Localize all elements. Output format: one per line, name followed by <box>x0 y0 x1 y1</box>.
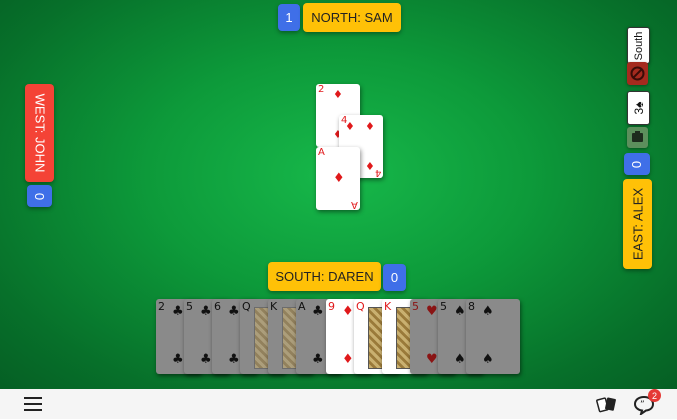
north-score: 1 <box>278 4 300 31</box>
north-player-badge: NORTH: SAM <box>303 3 401 32</box>
menu-icon[interactable] <box>24 397 42 411</box>
hand-card-rank: 6 <box>214 300 221 313</box>
bottom-toolbar: ” 2 <box>0 389 677 419</box>
hand-card-suit: ♣ <box>172 352 184 367</box>
vulnerability-icon <box>627 127 648 148</box>
south-player-badge: SOUTH: DAREN <box>268 262 381 291</box>
hand-card-suit: ♠ <box>454 352 466 367</box>
hand-card-suit: ♣ <box>312 304 324 319</box>
hand-card-rank: Q <box>242 300 251 313</box>
no-double-icon <box>627 62 648 85</box>
hand-card-rank: 5 <box>412 300 419 313</box>
hand-card-suit: ♦ <box>342 352 354 367</box>
hand-card-suit: ♥ <box>426 304 438 319</box>
trick-card-south: A ♦ A <box>316 147 360 210</box>
hand-card-suit: ♦ <box>342 304 354 319</box>
contract-level: 3♠ <box>627 91 650 125</box>
hand-card-suit: ♣ <box>228 304 240 319</box>
hand-card-rank: 5 <box>440 300 447 313</box>
hand-card-suit: ♥ <box>426 352 438 367</box>
hand-card-suit: ♣ <box>200 304 212 319</box>
hand-card-suit: ♠ <box>454 304 466 319</box>
card-table: 1 NORTH: SAM WEST: JOHN 0 0 EAST: ALEX S… <box>0 0 677 389</box>
declarer-label: South <box>627 27 650 64</box>
east-player-badge: EAST: ALEX <box>623 179 652 269</box>
west-score: 0 <box>27 185 52 207</box>
hand-card-rank: K <box>384 300 392 313</box>
chat-unread-badge: 2 <box>648 389 661 402</box>
hand-card-rank: 5 <box>186 300 193 313</box>
south-score: 0 <box>383 264 406 291</box>
hand-card-suit: ♣ <box>200 352 212 367</box>
hand-card-rank: 9 <box>328 300 335 313</box>
hand-card[interactable]: 8 ♠ ♠ <box>466 299 520 374</box>
hand-card-rank: 2 <box>158 300 165 313</box>
hand-card-suit: ♠ <box>482 304 494 319</box>
hand-card-suit: ♠ <box>482 352 494 367</box>
hand-card-suit: ♣ <box>312 352 324 367</box>
hand-card-rank: Q <box>356 300 365 313</box>
hand-card-rank: 8 <box>468 300 475 313</box>
west-player-badge: WEST: JOHN <box>25 84 54 182</box>
hand-card-rank: A <box>298 300 306 313</box>
hand-card-rank: K <box>270 300 278 313</box>
east-score: 0 <box>624 153 650 175</box>
hand-card-suit: ♣ <box>172 304 184 319</box>
cards-icon[interactable] <box>596 395 618 413</box>
hand-card-suit: ♣ <box>228 352 240 367</box>
svg-text:”: ” <box>640 400 645 410</box>
spade-icon: ♠ <box>631 101 646 108</box>
